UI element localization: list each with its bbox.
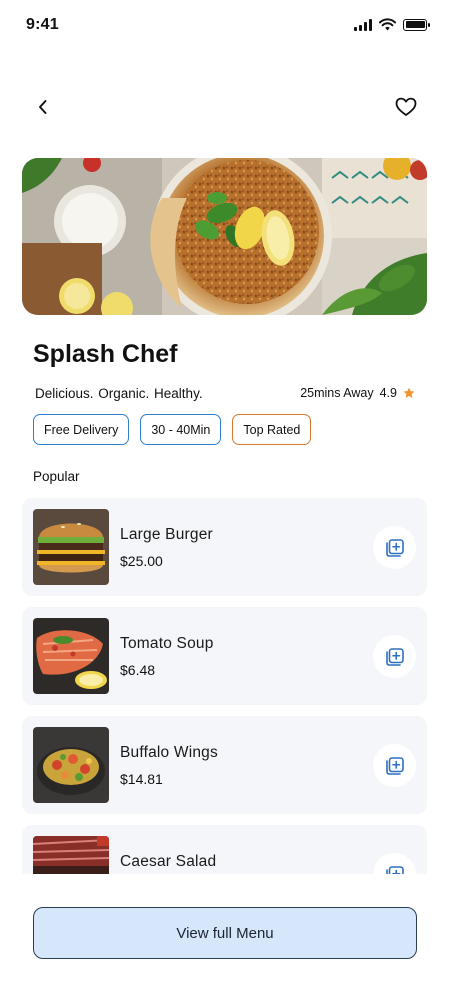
- status-bar: 9:41: [0, 0, 449, 50]
- tag-top-rated[interactable]: Top Rated: [232, 414, 312, 445]
- tag-free-delivery[interactable]: Free Delivery: [33, 414, 130, 445]
- menu-item-name: Buffalo Wings: [120, 744, 218, 761]
- top-nav: [0, 86, 449, 126]
- star-icon: [403, 387, 415, 398]
- menu-item-card[interactable]: Large Burger $25.00: [22, 498, 427, 596]
- tag-delivery-window[interactable]: 30 - 40Min: [140, 414, 222, 445]
- menu-item-name: Caesar Salad: [120, 853, 217, 870]
- menu-item-image: [33, 618, 109, 694]
- salmon-photo: [33, 618, 109, 694]
- add-to-cart-button[interactable]: [373, 853, 416, 874]
- menu-item-card[interactable]: Tomato Soup $6.48: [22, 607, 427, 705]
- add-square-icon: [385, 865, 404, 874]
- status-time: 9:41: [26, 16, 59, 33]
- menu-item-price: $14.81: [120, 771, 163, 787]
- menu-item-card[interactable]: Caesar Salad: [22, 825, 427, 874]
- delivery-time: 25mins Away: [300, 386, 374, 400]
- add-square-icon: [385, 647, 404, 666]
- menu-item-card[interactable]: Buffalo Wings $14.81: [22, 716, 427, 814]
- menu-item-name: Large Burger: [120, 526, 213, 543]
- restaurant-tagline: Delicious. Organic. Healthy.: [35, 386, 203, 401]
- battery-icon: [403, 18, 430, 31]
- menu-item-price: $25.00: [120, 553, 163, 569]
- menu-item-image: [33, 727, 109, 803]
- add-square-icon: [385, 538, 404, 557]
- section-title-popular: Popular: [33, 469, 80, 484]
- steak-photo: [33, 836, 109, 874]
- restaurant-name: Splash Chef: [33, 340, 178, 368]
- menu-item-image: [33, 836, 109, 874]
- status-icons: [354, 18, 430, 31]
- menu-item-price: $6.48: [120, 662, 156, 678]
- food-photo: [22, 158, 427, 315]
- signal-icon: [354, 18, 372, 31]
- add-square-icon: [385, 756, 404, 775]
- menu-item-name: Tomato Soup: [120, 635, 214, 652]
- add-to-cart-button[interactable]: [373, 526, 416, 569]
- feature-tags: Free Delivery 30 - 40Min Top Rated: [33, 414, 312, 445]
- wings-photo: [33, 727, 109, 803]
- wifi-icon: [379, 18, 396, 31]
- view-full-menu-button[interactable]: View full Menu: [33, 907, 417, 959]
- favorite-button[interactable]: [391, 92, 421, 122]
- burger-photo: [33, 509, 109, 585]
- heart-icon: [395, 97, 417, 116]
- popular-menu-list[interactable]: Large Burger $25.00 Tomato Soup $6.48 Bu…: [22, 498, 427, 874]
- back-button[interactable]: [28, 92, 58, 122]
- add-to-cart-button[interactable]: [373, 744, 416, 787]
- add-to-cart-button[interactable]: [373, 635, 416, 678]
- chevron-left-icon: [39, 100, 47, 114]
- restaurant-hero-image: [22, 158, 427, 315]
- rating-value: 4.9: [379, 386, 397, 400]
- restaurant-meta: 25mins Away 4.9: [300, 386, 415, 400]
- menu-item-image: [33, 509, 109, 585]
